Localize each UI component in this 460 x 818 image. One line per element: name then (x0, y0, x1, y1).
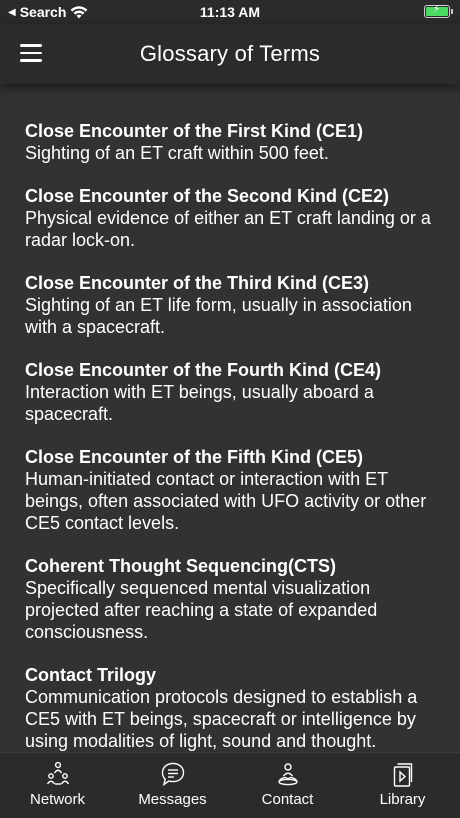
tab-library[interactable]: Library (345, 753, 460, 818)
library-icon (393, 763, 412, 787)
glossary-term: Close Encounter of the Third Kind (CE3) (25, 273, 370, 293)
tab-label: Network (29, 791, 85, 808)
glossary-term: Contact Trilogy (25, 665, 157, 685)
tab-bar: Network Messages Contact Library (0, 752, 460, 818)
glossary-entry-ce3: Close Encounter of the Third Kind (CE3) … (25, 272, 434, 338)
charging-bolt-icon: ⚡ (433, 4, 441, 15)
tab-network[interactable]: Network (0, 753, 115, 818)
glossary-definition: Specifically sequenced mental visualizat… (25, 578, 378, 642)
glossary-term: Coherent Thought Sequencing(CTS) (25, 556, 336, 576)
glossary-entry-cts: Coherent Thought Sequencing(CTS) Specifi… (25, 555, 434, 643)
app-header: Glossary of Terms (0, 24, 460, 84)
glossary-term: Close Encounter of the Fourth Kind (CE4) (25, 360, 381, 380)
glossary-definition: Sighting of an ET life form, usually in … (25, 295, 412, 337)
glossary-term: Close Encounter of the Fifth Kind (CE5) (25, 447, 363, 467)
battery-icon: ⚡ (424, 4, 453, 18)
glossary-definition: Physical evidence of either an ET craft … (25, 208, 431, 250)
glossary-definition: Interaction with ET beings, usually aboa… (25, 382, 374, 424)
messages-icon (161, 762, 184, 787)
network-icon (46, 761, 69, 785)
tab-contact[interactable]: Contact (230, 753, 345, 818)
page-title: Glossary of Terms (139, 41, 321, 66)
contact-icon (277, 763, 298, 786)
tab-label: Messages (138, 791, 207, 808)
glossary-definition: Human-initiated contact or interaction w… (25, 469, 427, 533)
glossary-entry-ce4: Close Encounter of the Fourth Kind (CE4)… (25, 359, 434, 425)
tab-label: Contact (261, 791, 314, 808)
glossary-list[interactable]: Close Encounter of the First Kind (CE1) … (0, 84, 460, 752)
menu-icon[interactable] (20, 44, 42, 62)
glossary-term: Close Encounter of the First Kind (CE1) (25, 121, 364, 141)
glossary-entry-ce5: Close Encounter of the Fifth Kind (CE5) … (25, 446, 434, 534)
tab-label: Library (379, 791, 426, 808)
glossary-term: Close Encounter of the Second Kind (CE2) (25, 186, 390, 206)
glossary-entry-contact-trilogy: Contact Trilogy Communication protocols … (25, 664, 434, 752)
glossary-definition: Communication protocols designed to esta… (25, 687, 418, 751)
status-bar: ◀ Search 11:13 AM ⚡ (0, 0, 460, 24)
glossary-entry-ce2: Close Encounter of the Second Kind (CE2)… (25, 185, 434, 251)
glossary-definition: Sighting of an ET craft within 500 feet. (25, 143, 329, 163)
tab-messages[interactable]: Messages (115, 753, 230, 818)
clock: 11:13 AM (199, 4, 261, 20)
glossary-entry-ce1: Close Encounter of the First Kind (CE1) … (25, 120, 434, 164)
